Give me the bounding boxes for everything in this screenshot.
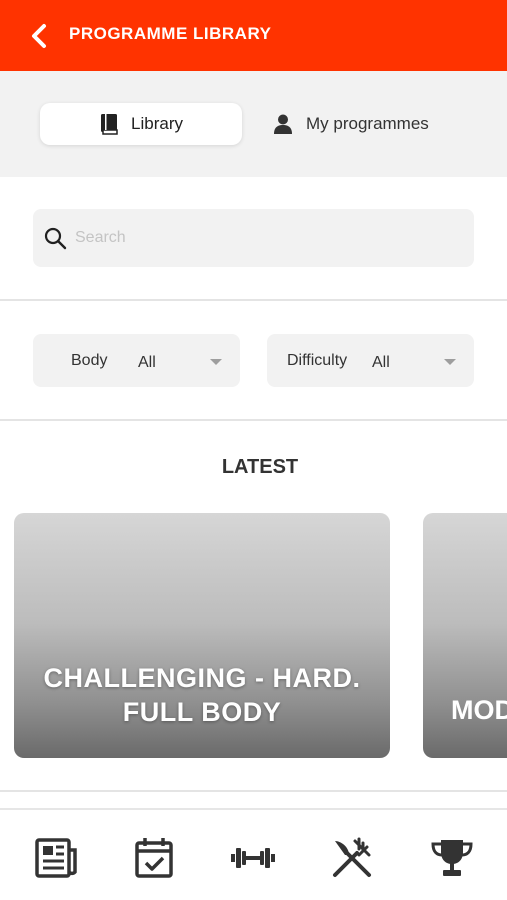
tab-my-programmes-label: My programmes [306, 114, 429, 133]
calendar-check-icon [135, 838, 173, 878]
fork-knife-icon [333, 837, 371, 877]
body-filter-value: All [138, 354, 156, 371]
divider [0, 299, 507, 301]
body-filter-label: Body [71, 352, 108, 369]
nav-workouts[interactable] [231, 836, 275, 880]
body-filter-dropdown[interactable]: Body All [33, 334, 240, 387]
book-icon [101, 114, 118, 135]
chevron-left-icon [32, 24, 46, 48]
segment-bar: Library My programmes [0, 71, 507, 177]
divider [0, 790, 507, 792]
difficulty-filter-value: All [372, 354, 390, 371]
programme-card[interactable]: CHALLENGING - HARD. FULL BODY [14, 513, 390, 758]
person-icon [274, 114, 292, 134]
page-title: PROGRAMME LIBRARY [69, 24, 272, 43]
chevron-down-icon [444, 359, 456, 365]
programme-card-title: CHALLENGING - HARD. FULL BODY [43, 663, 361, 727]
search-input[interactable] [75, 223, 455, 253]
programme-card-title: MOD [451, 695, 507, 725]
difficulty-filter-label: Difficulty [287, 352, 348, 369]
chevron-down-icon [210, 359, 222, 365]
nav-news[interactable] [34, 836, 78, 880]
divider [0, 419, 507, 421]
tab-my-programmes[interactable]: My programmes [272, 103, 472, 145]
dumbbell-icon [231, 848, 275, 868]
app-header: PROGRAMME LIBRARY [0, 0, 507, 71]
nav-nutrition[interactable] [330, 836, 374, 880]
tab-library-label: Library [131, 114, 183, 133]
trophy-icon [431, 840, 473, 876]
search-icon [44, 227, 67, 250]
nav-calendar[interactable] [132, 836, 176, 880]
difficulty-filter-dropdown[interactable]: Difficulty All [267, 334, 474, 387]
bottom-navigation [0, 808, 507, 900]
latest-section-title: LATEST [221, 456, 299, 478]
newspaper-icon [35, 838, 77, 878]
programme-card[interactable]: MOD [423, 513, 507, 758]
search-bar [33, 209, 474, 267]
tab-library[interactable]: Library [40, 103, 242, 145]
back-button[interactable] [24, 20, 54, 52]
nav-achievements[interactable] [430, 836, 474, 880]
